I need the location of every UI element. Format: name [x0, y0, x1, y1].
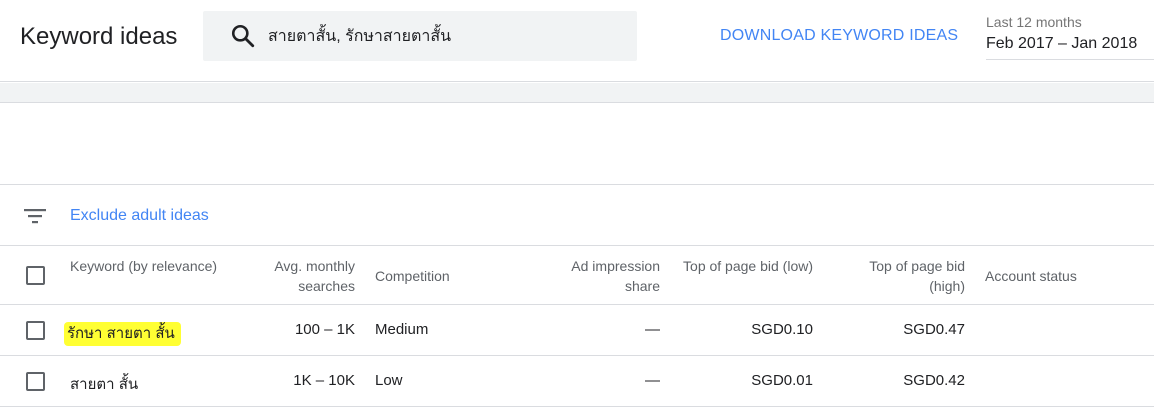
page-title: Keyword ideas — [20, 23, 178, 50]
bid-high-cell: SGD0.42 — [903, 372, 965, 389]
filter-bar: Exclude adult ideas — [0, 186, 1154, 246]
competition-cell: Low — [375, 372, 403, 389]
ad-impression-share-cell: — — [645, 372, 660, 389]
divider-band — [0, 83, 1154, 103]
table-header-row: Keyword (by relevance) Avg. monthly sear… — [0, 247, 1154, 305]
keyword-planner-page: Keyword ideas สายตาสั้น, รักษาสายตาสั้น … — [0, 0, 1154, 416]
avg-searches-cell: 100 – 1K — [294, 321, 355, 338]
header-bar: Keyword ideas สายตาสั้น, รักษาสายตาสั้น … — [0, 0, 1154, 82]
table-row[interactable]: สายตา สั้น 1K – 10K Low — SGD0.01 SGD0.4… — [0, 356, 1154, 407]
download-keyword-ideas-button[interactable]: DOWNLOAD KEYWORD IDEAS — [720, 27, 958, 45]
keyword-cell: สายตา สั้น — [70, 376, 139, 393]
bid-low-cell: SGD0.10 — [751, 321, 813, 338]
column-header-bid-low[interactable]: Top of page bid (low) — [680, 256, 813, 276]
ad-impression-share-cell: — — [645, 321, 660, 338]
column-header-account-status[interactable]: Account status — [985, 266, 1150, 286]
keyword-cell: รักษา สายตา สั้น — [64, 321, 240, 346]
column-header-competition[interactable]: Competition — [375, 266, 525, 286]
date-range-label: Last 12 months — [986, 14, 1082, 30]
highlighted-keyword: รักษา สายตา สั้น — [64, 322, 181, 346]
date-range-selector[interactable]: Last 12 months Feb 2017 – Jan 2018 — [986, 14, 1154, 60]
date-range-value: Feb 2017 – Jan 2018 — [986, 35, 1138, 52]
column-header-bid-high[interactable]: Top of page bid (high) — [830, 256, 965, 296]
filter-list-icon[interactable] — [23, 204, 47, 228]
column-header-ad-impression-share[interactable]: Ad impression share — [540, 256, 660, 296]
row-checkbox[interactable] — [26, 321, 45, 340]
select-all-checkbox[interactable] — [26, 266, 45, 285]
keyword-search-box[interactable]: สายตาสั้น, รักษาสายตาสั้น — [203, 11, 637, 61]
row-checkbox[interactable] — [26, 372, 45, 391]
column-header-avg-monthly-searches[interactable]: Avg. monthly searches — [240, 256, 355, 296]
bid-high-cell: SGD0.47 — [903, 321, 965, 338]
search-input-value[interactable]: สายตาสั้น, รักษาสายตาสั้น — [268, 24, 451, 49]
chart-area — [0, 104, 1154, 185]
exclude-adult-ideas-link[interactable]: Exclude adult ideas — [70, 207, 209, 225]
search-icon — [231, 24, 255, 48]
table-row[interactable]: รักษา สายตา สั้น 100 – 1K Medium — SGD0.… — [0, 305, 1154, 356]
keyword-table: Keyword (by relevance) Avg. monthly sear… — [0, 247, 1154, 407]
bid-low-cell: SGD0.01 — [751, 372, 813, 389]
avg-searches-cell: 1K – 10K — [293, 372, 355, 389]
column-header-keyword[interactable]: Keyword (by relevance) — [70, 256, 240, 276]
competition-cell: Medium — [375, 321, 429, 338]
